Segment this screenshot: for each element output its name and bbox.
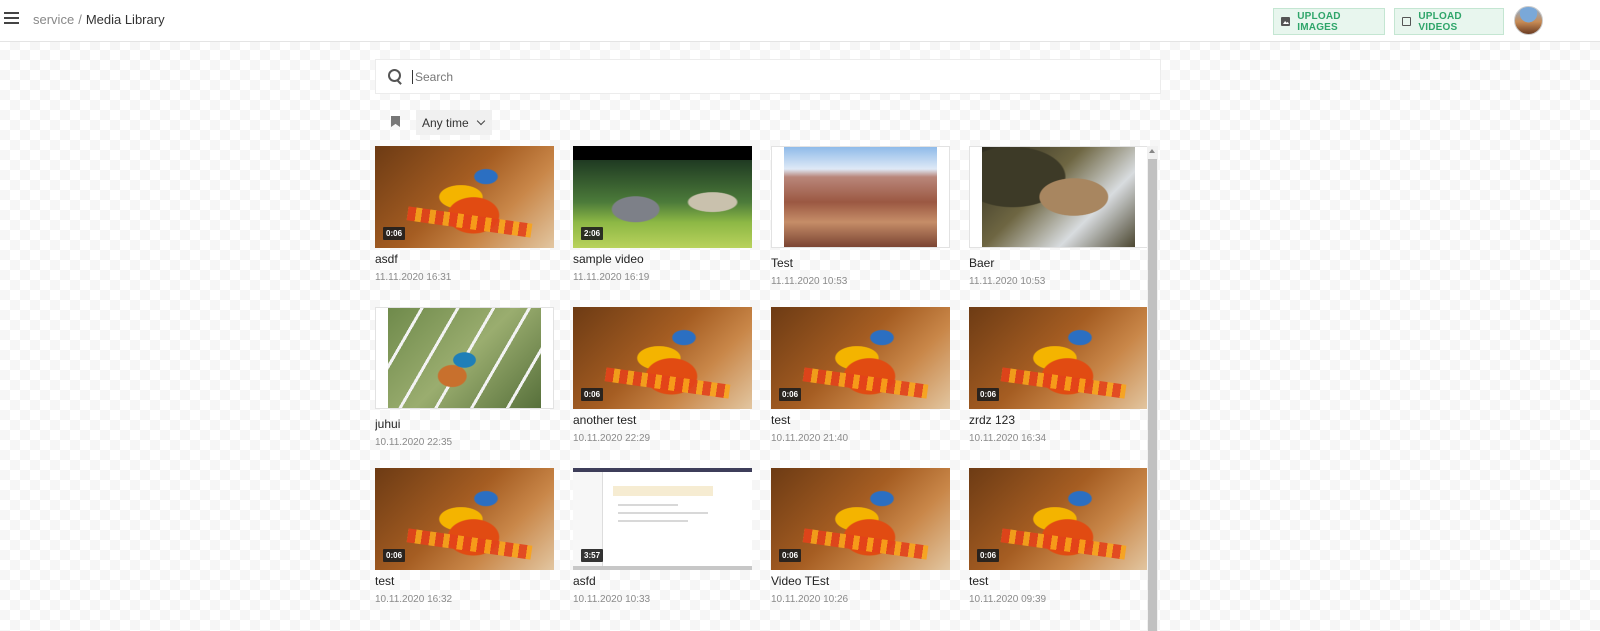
media-tile[interactable]: Baer 11.11.2020 10:53 bbox=[969, 146, 1148, 307]
media-date: 11.11.2020 16:19 bbox=[573, 272, 650, 283]
media-date: 11.11.2020 10:53 bbox=[771, 276, 848, 287]
time-filter-dropdown[interactable]: Any time bbox=[416, 110, 492, 135]
media-tile[interactable]: 0:06 test 10.11.2020 16:32 bbox=[375, 468, 554, 629]
video-thumbnail[interactable]: 2:06 bbox=[573, 146, 752, 248]
media-tile[interactable]: 0:06 Video TEst 10.11.2020 10:26 bbox=[771, 468, 950, 629]
bookmark-icon[interactable] bbox=[391, 116, 400, 127]
media-tile[interactable]: 2:06 sample video 11.11.2020 16:19 bbox=[573, 146, 752, 307]
hamburger-menu-icon[interactable] bbox=[4, 12, 20, 28]
image-icon bbox=[1281, 17, 1291, 26]
video-thumbnail[interactable]: 0:06 bbox=[771, 468, 950, 570]
image-thumbnail[interactable] bbox=[375, 307, 554, 409]
video-icon bbox=[1402, 17, 1412, 26]
media-title: test bbox=[771, 413, 791, 427]
breadcrumb-root[interactable]: service bbox=[33, 12, 74, 27]
media-tile[interactable]: 0:06 test 10.11.2020 21:40 bbox=[771, 307, 950, 468]
scrollbar-thumb[interactable] bbox=[1148, 159, 1157, 631]
video-thumbnail[interactable]: 3:57 bbox=[573, 468, 752, 570]
media-date: 10.11.2020 22:35 bbox=[375, 437, 453, 448]
video-thumbnail[interactable]: 0:06 bbox=[375, 146, 554, 248]
media-date: 11.11.2020 10:53 bbox=[969, 276, 1046, 287]
media-tile[interactable]: 0:06 asdf 11.11.2020 16:31 bbox=[375, 146, 554, 307]
duration-badge: 0:06 bbox=[779, 549, 802, 562]
breadcrumb-separator: / bbox=[78, 12, 82, 27]
media-date: 10.11.2020 10:26 bbox=[771, 594, 849, 605]
upload-images-label: UPLOAD IMAGES bbox=[1297, 10, 1341, 33]
video-thumbnail[interactable]: 0:06 bbox=[771, 307, 950, 409]
media-date: 10.11.2020 21:40 bbox=[771, 433, 849, 444]
media-title: test bbox=[969, 574, 989, 588]
thumbnail-picture bbox=[388, 308, 541, 408]
thumbnail-picture bbox=[784, 147, 937, 247]
scroll-up-arrow-icon[interactable] bbox=[1149, 149, 1155, 153]
image-thumbnail[interactable] bbox=[771, 146, 950, 248]
top-bar: service / Media Library UPLOAD IMAGES UPLO… bbox=[0, 0, 1600, 42]
media-title: zrdz 123 bbox=[969, 413, 1016, 427]
media-tile[interactable]: 3:57 asfd 10.11.2020 10:33 bbox=[573, 468, 752, 629]
media-grid: 0:06 asdf 11.11.2020 16:31 2:06 sample video… bbox=[375, 146, 1161, 629]
upload-images-button[interactable]: UPLOAD IMAGES bbox=[1273, 8, 1385, 35]
duration-badge: 3:57 bbox=[581, 549, 604, 562]
video-thumbnail[interactable]: 0:06 bbox=[969, 468, 1148, 570]
search-input[interactable] bbox=[412, 69, 1112, 84]
scrollbar[interactable] bbox=[1147, 146, 1158, 631]
thumbnail-picture bbox=[982, 147, 1135, 247]
media-tile[interactable]: 0:06 another test 10.11.2020 22:29 bbox=[573, 307, 752, 468]
media-title: Baer bbox=[969, 256, 995, 270]
video-thumbnail[interactable]: 0:06 bbox=[375, 468, 554, 570]
image-thumbnail[interactable] bbox=[969, 146, 1148, 248]
media-tile[interactable]: 0:06 test 10.11.2020 09:39 bbox=[969, 468, 1148, 629]
chevron-down-icon bbox=[476, 116, 485, 125]
time-filter-value: Any time bbox=[422, 115, 469, 130]
media-date: 10.11.2020 09:39 bbox=[969, 594, 1047, 605]
media-title: Video TEst bbox=[771, 574, 830, 588]
duration-badge: 0:06 bbox=[779, 388, 802, 401]
avatar[interactable] bbox=[1514, 6, 1543, 35]
duration-badge: 0:06 bbox=[977, 549, 1000, 562]
media-title: another test bbox=[573, 413, 637, 427]
media-date: 10.11.2020 10:33 bbox=[573, 594, 651, 605]
media-tile[interactable]: 0:06 zrdz 123 10.11.2020 16:34 bbox=[969, 307, 1148, 468]
media-tile[interactable]: juhui 10.11.2020 22:35 bbox=[375, 307, 554, 468]
duration-badge: 0:06 bbox=[383, 549, 406, 562]
media-date: 10.11.2020 16:32 bbox=[375, 594, 453, 605]
media-title: juhui bbox=[375, 417, 401, 431]
breadcrumb: service / Media Library bbox=[33, 12, 165, 27]
duration-badge: 0:06 bbox=[581, 388, 604, 401]
upload-videos-label: UPLOAD VIDEOS bbox=[1418, 10, 1462, 33]
media-title: asdf bbox=[375, 252, 398, 266]
search-bar bbox=[375, 59, 1161, 94]
duration-badge: 2:06 bbox=[581, 227, 604, 240]
upload-videos-button[interactable]: UPLOAD VIDEOS bbox=[1394, 8, 1504, 35]
duration-badge: 0:06 bbox=[977, 388, 1000, 401]
media-date: 10.11.2020 22:29 bbox=[573, 433, 651, 444]
media-date: 11.11.2020 16:31 bbox=[375, 272, 452, 283]
media-title: test bbox=[375, 574, 395, 588]
page-title: Media Library bbox=[85, 12, 165, 27]
media-grid-viewport: 0:06 asdf 11.11.2020 16:31 2:06 sample video… bbox=[375, 146, 1161, 631]
video-thumbnail[interactable]: 0:06 bbox=[573, 307, 752, 409]
video-thumbnail[interactable]: 0:06 bbox=[969, 307, 1148, 409]
media-title: Test bbox=[771, 256, 794, 270]
search-icon bbox=[388, 68, 404, 85]
media-date: 10.11.2020 16:34 bbox=[969, 433, 1047, 444]
duration-badge: 0:06 bbox=[383, 227, 406, 240]
media-title: sample video bbox=[573, 252, 644, 266]
media-title: asfd bbox=[573, 574, 596, 588]
media-tile[interactable]: Test 11.11.2020 10:53 bbox=[771, 146, 950, 307]
